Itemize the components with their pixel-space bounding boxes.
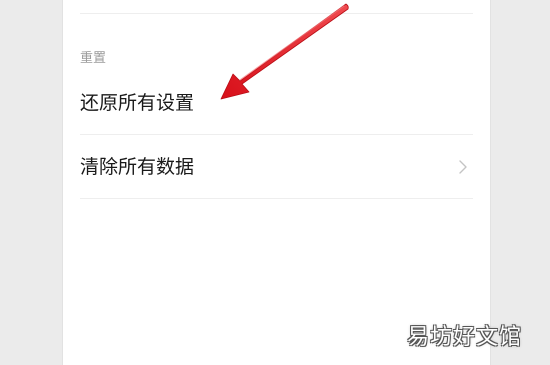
settings-panel: 重置 还原所有设置 清除所有数据	[63, 0, 490, 365]
chevron-right-icon	[459, 160, 467, 174]
top-divider	[80, 13, 473, 14]
section-header-reset: 重置	[80, 51, 107, 66]
clear-all-data-label: 清除所有数据	[80, 156, 195, 178]
row-divider	[80, 198, 473, 199]
clear-all-data-row[interactable]: 清除所有数据	[80, 135, 473, 199]
restore-all-settings-label: 还原所有设置	[80, 92, 195, 114]
watermark: 易坊好文馆	[406, 325, 522, 350]
restore-all-settings-row[interactable]: 还原所有设置	[80, 71, 473, 135]
